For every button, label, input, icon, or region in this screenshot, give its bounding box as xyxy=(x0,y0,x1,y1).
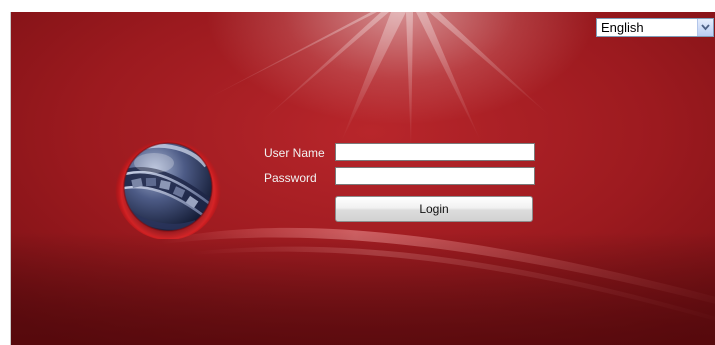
login-button[interactable]: Login xyxy=(335,196,533,222)
password-input[interactable] xyxy=(335,167,535,185)
username-input[interactable] xyxy=(335,143,535,161)
language-select-value: English xyxy=(601,20,644,35)
login-page: English User Name Password Login xyxy=(10,12,715,345)
username-label: User Name xyxy=(264,146,325,160)
globe-logo-icon xyxy=(115,134,221,239)
language-select[interactable]: English xyxy=(596,18,714,37)
password-label: Password xyxy=(264,171,317,185)
chevron-down-icon[interactable] xyxy=(697,19,713,36)
